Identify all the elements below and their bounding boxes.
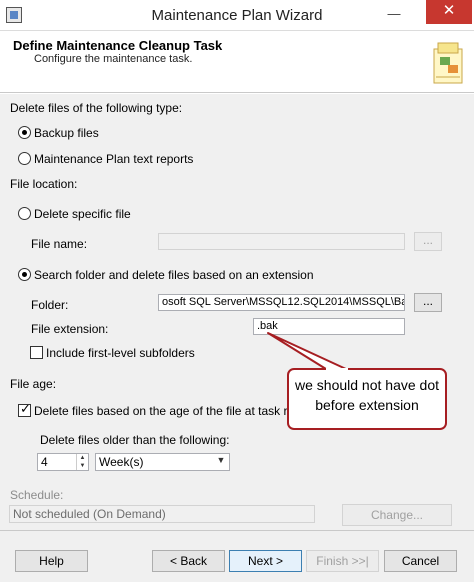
- cancel-button[interactable]: Cancel: [384, 550, 457, 572]
- minimize-button[interactable]: —: [382, 6, 406, 24]
- age-unit-select[interactable]: Week(s): [95, 453, 230, 471]
- next-button[interactable]: Next >: [229, 550, 302, 572]
- folder-input[interactable]: osoft SQL Server\MSSQL12.SQL2014\MSSQL\B…: [158, 294, 405, 311]
- older-than-label: Delete files older than the following:: [40, 433, 230, 447]
- backup-files-radio[interactable]: [18, 126, 31, 139]
- folder-browse-button[interactable]: ...: [414, 293, 442, 312]
- file-location-label: File location:: [10, 177, 78, 191]
- delete-by-age-checkbox[interactable]: [18, 402, 31, 417]
- delete-specific-file-label: Delete specific file: [34, 207, 131, 221]
- search-folder-label: Search folder and delete files based on …: [34, 268, 314, 282]
- schedule-input[interactable]: Not scheduled (On Demand): [9, 505, 315, 523]
- file-name-browse-button[interactable]: ...: [414, 232, 442, 251]
- file-name-input[interactable]: [158, 233, 405, 250]
- text-reports-label: Maintenance Plan text reports: [34, 152, 194, 166]
- help-button[interactable]: Help: [15, 550, 88, 572]
- file-type-label: Delete files of the following type:: [10, 101, 183, 115]
- close-button[interactable]: ✕: [426, 0, 472, 24]
- age-unit-value: Week(s): [99, 455, 144, 469]
- include-subfolders-checkbox[interactable]: [30, 346, 43, 359]
- file-name-label: File name:: [31, 237, 88, 251]
- file-extension-label: File extension:: [31, 322, 109, 336]
- delete-by-age-label: Delete files based on the age of the fil…: [34, 404, 290, 418]
- age-amount-value: 4: [41, 455, 48, 469]
- change-schedule-button[interactable]: Change...: [342, 504, 452, 526]
- stepper-arrows-icon[interactable]: ▲ ▼: [76, 454, 88, 470]
- title-bar: Maintenance Plan Wizard — ✕: [0, 0, 474, 31]
- chevron-down-icon[interactable]: ▼: [214, 455, 228, 469]
- file-extension-input[interactable]: .bak: [253, 318, 405, 335]
- callout-joint: [326, 368, 348, 371]
- folder-label: Folder:: [31, 298, 69, 312]
- wizard-header: Define Maintenance Cleanup Task Configur…: [0, 31, 474, 93]
- backup-files-label: Backup files: [34, 126, 99, 140]
- back-button[interactable]: < Back: [152, 550, 225, 572]
- schedule-label: Schedule:: [10, 488, 64, 502]
- file-age-label: File age:: [10, 377, 57, 391]
- maintenance-plan-icon: [433, 42, 463, 84]
- annotation-callout: we should not have dot before extension: [287, 368, 447, 430]
- page-subtitle: Configure the maintenance task.: [34, 53, 193, 65]
- page-title: Define Maintenance Cleanup Task: [13, 38, 223, 53]
- delete-specific-file-radio[interactable]: [18, 207, 31, 220]
- include-subfolders-label: Include first-level subfolders: [46, 346, 195, 360]
- text-reports-radio[interactable]: [18, 152, 31, 165]
- finish-button[interactable]: Finish >>|: [306, 550, 379, 572]
- search-folder-radio[interactable]: [18, 268, 31, 281]
